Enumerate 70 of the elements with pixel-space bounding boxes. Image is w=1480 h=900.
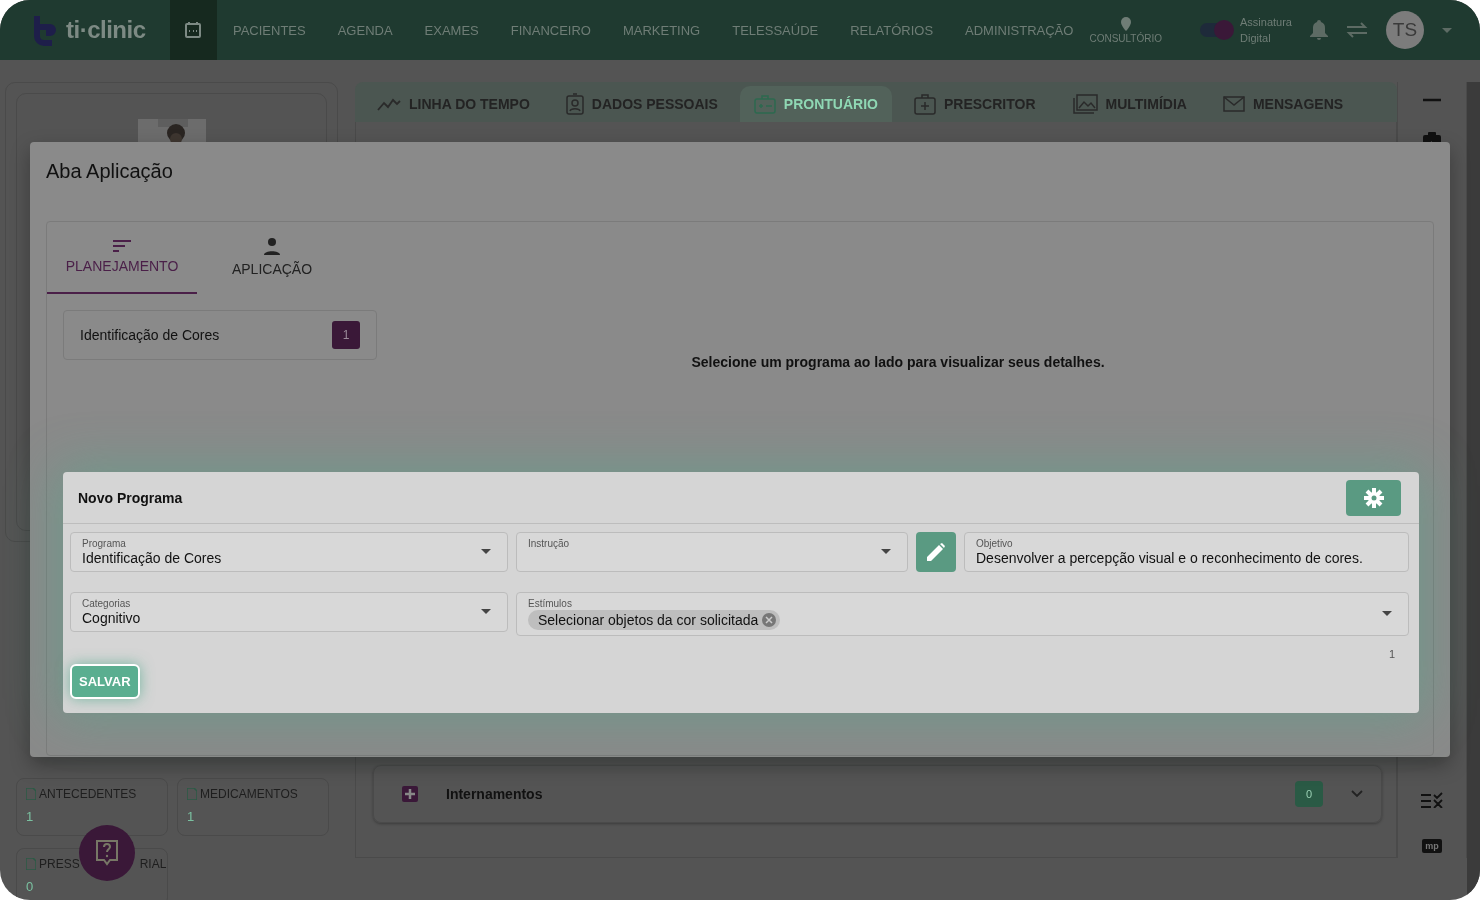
empty-message: Selecione um programa ao lado para visualizar seus detalhes. <box>690 354 1106 370</box>
history-card[interactable]: Internamentos 0 <box>373 765 1382 823</box>
objective-field[interactable]: Objetivo Desenvolver a percepção visual e o reconhecimento de cores. <box>964 532 1409 572</box>
settings-icon <box>1363 487 1384 508</box>
stimuli-counter: 1 <box>1388 648 1395 660</box>
id-badge-icon <box>565 93 584 115</box>
card-count: 0 <box>26 879 35 894</box>
bell-icon <box>1310 20 1328 40</box>
person-icon <box>263 237 281 255</box>
settings-button[interactable] <box>1346 479 1401 516</box>
envelope-icon <box>1222 96 1245 112</box>
help-icon <box>96 840 118 866</box>
checklist-x-icon <box>1421 792 1443 808</box>
program-select[interactable]: Programa Identificação de Cores <box>70 532 508 572</box>
pencil-icon <box>927 543 945 561</box>
nav-link[interactable]: TELESSAÚDE <box>716 22 835 38</box>
dropdown-caret-icon <box>1442 27 1452 33</box>
stimulus-chip[interactable]: Selecionar objetos da cor solicitada <box>528 610 781 630</box>
calendar-icon <box>184 21 203 39</box>
medical-case-icon <box>753 94 776 114</box>
form-title: Novo Programa <box>78 489 183 506</box>
mp-logo[interactable]: mp <box>1422 839 1442 853</box>
nav-link[interactable]: ADMINISTRAÇÃO <box>949 22 1090 38</box>
nav-link[interactable]: MARKETING <box>606 22 717 38</box>
minus-icon <box>1423 98 1441 102</box>
patient-tab[interactable]: PRONTUÁRIO <box>739 86 892 122</box>
instruction-select[interactable]: Instrução <box>516 532 908 572</box>
card-count: 1 <box>187 809 196 824</box>
dialog-title: Aba Aplicação <box>46 160 174 183</box>
calendar-button[interactable] <box>169 0 217 60</box>
signature-toggle[interactable] <box>1200 23 1232 37</box>
stimuli-select[interactable]: Estímulos Selecionar objetos da cor solicitada <box>516 592 1409 636</box>
nav-link[interactable]: RELATÓRIOS <box>834 22 950 38</box>
nav-link[interactable]: EXAMES <box>408 22 495 38</box>
document-icon <box>26 858 36 870</box>
document-icon <box>187 788 197 800</box>
tab[interactable]: APLICAÇÃO <box>197 222 347 294</box>
signature-label: Assinatura <box>1240 15 1292 30</box>
save-button[interactable]: SALVAR <box>70 664 140 699</box>
document-icon <box>26 788 36 800</box>
signature-label: Digital <box>1240 31 1272 46</box>
count-badge: 1 <box>332 321 360 349</box>
dropdown-caret-icon <box>1382 611 1392 616</box>
tab[interactable]: PLANEJAMENTO <box>47 222 197 294</box>
program-item[interactable]: Identificação de Cores 1 <box>63 310 377 360</box>
history-title: Internamentos <box>446 786 543 802</box>
nav-link[interactable]: AGENDA <box>321 22 409 38</box>
line-chart-icon <box>377 96 401 112</box>
program-name: Identificação de Cores <box>80 327 220 343</box>
nav-link[interactable]: FINANCEIRO <box>494 22 607 38</box>
card-count: 1 <box>26 809 35 824</box>
plus-square-icon <box>402 786 418 802</box>
location-label: CONSULTÓRIO <box>1089 32 1162 44</box>
user-avatar[interactable]: TS <box>1386 11 1424 49</box>
help-button[interactable] <box>79 825 135 881</box>
dropdown-caret-icon <box>881 549 891 554</box>
logo-text: ti·clinic <box>66 16 146 44</box>
swap-arrows-icon <box>1346 22 1368 38</box>
nav-link[interactable]: PACIENTES <box>216 22 322 38</box>
edit-button[interactable] <box>916 532 956 572</box>
first-aid-kit-icon <box>913 93 936 115</box>
sort-lines-icon <box>113 240 131 252</box>
dropdown-caret-icon <box>481 549 491 554</box>
count-badge: 0 <box>1295 781 1323 807</box>
category-select[interactable]: Categorias Cognitivo <box>70 592 508 632</box>
chip-remove-icon <box>762 613 777 627</box>
location-pin-icon <box>1120 16 1131 31</box>
image-folder-icon <box>1071 93 1098 115</box>
chevron-down-icon <box>1351 790 1363 798</box>
dropdown-caret-icon <box>481 609 491 614</box>
